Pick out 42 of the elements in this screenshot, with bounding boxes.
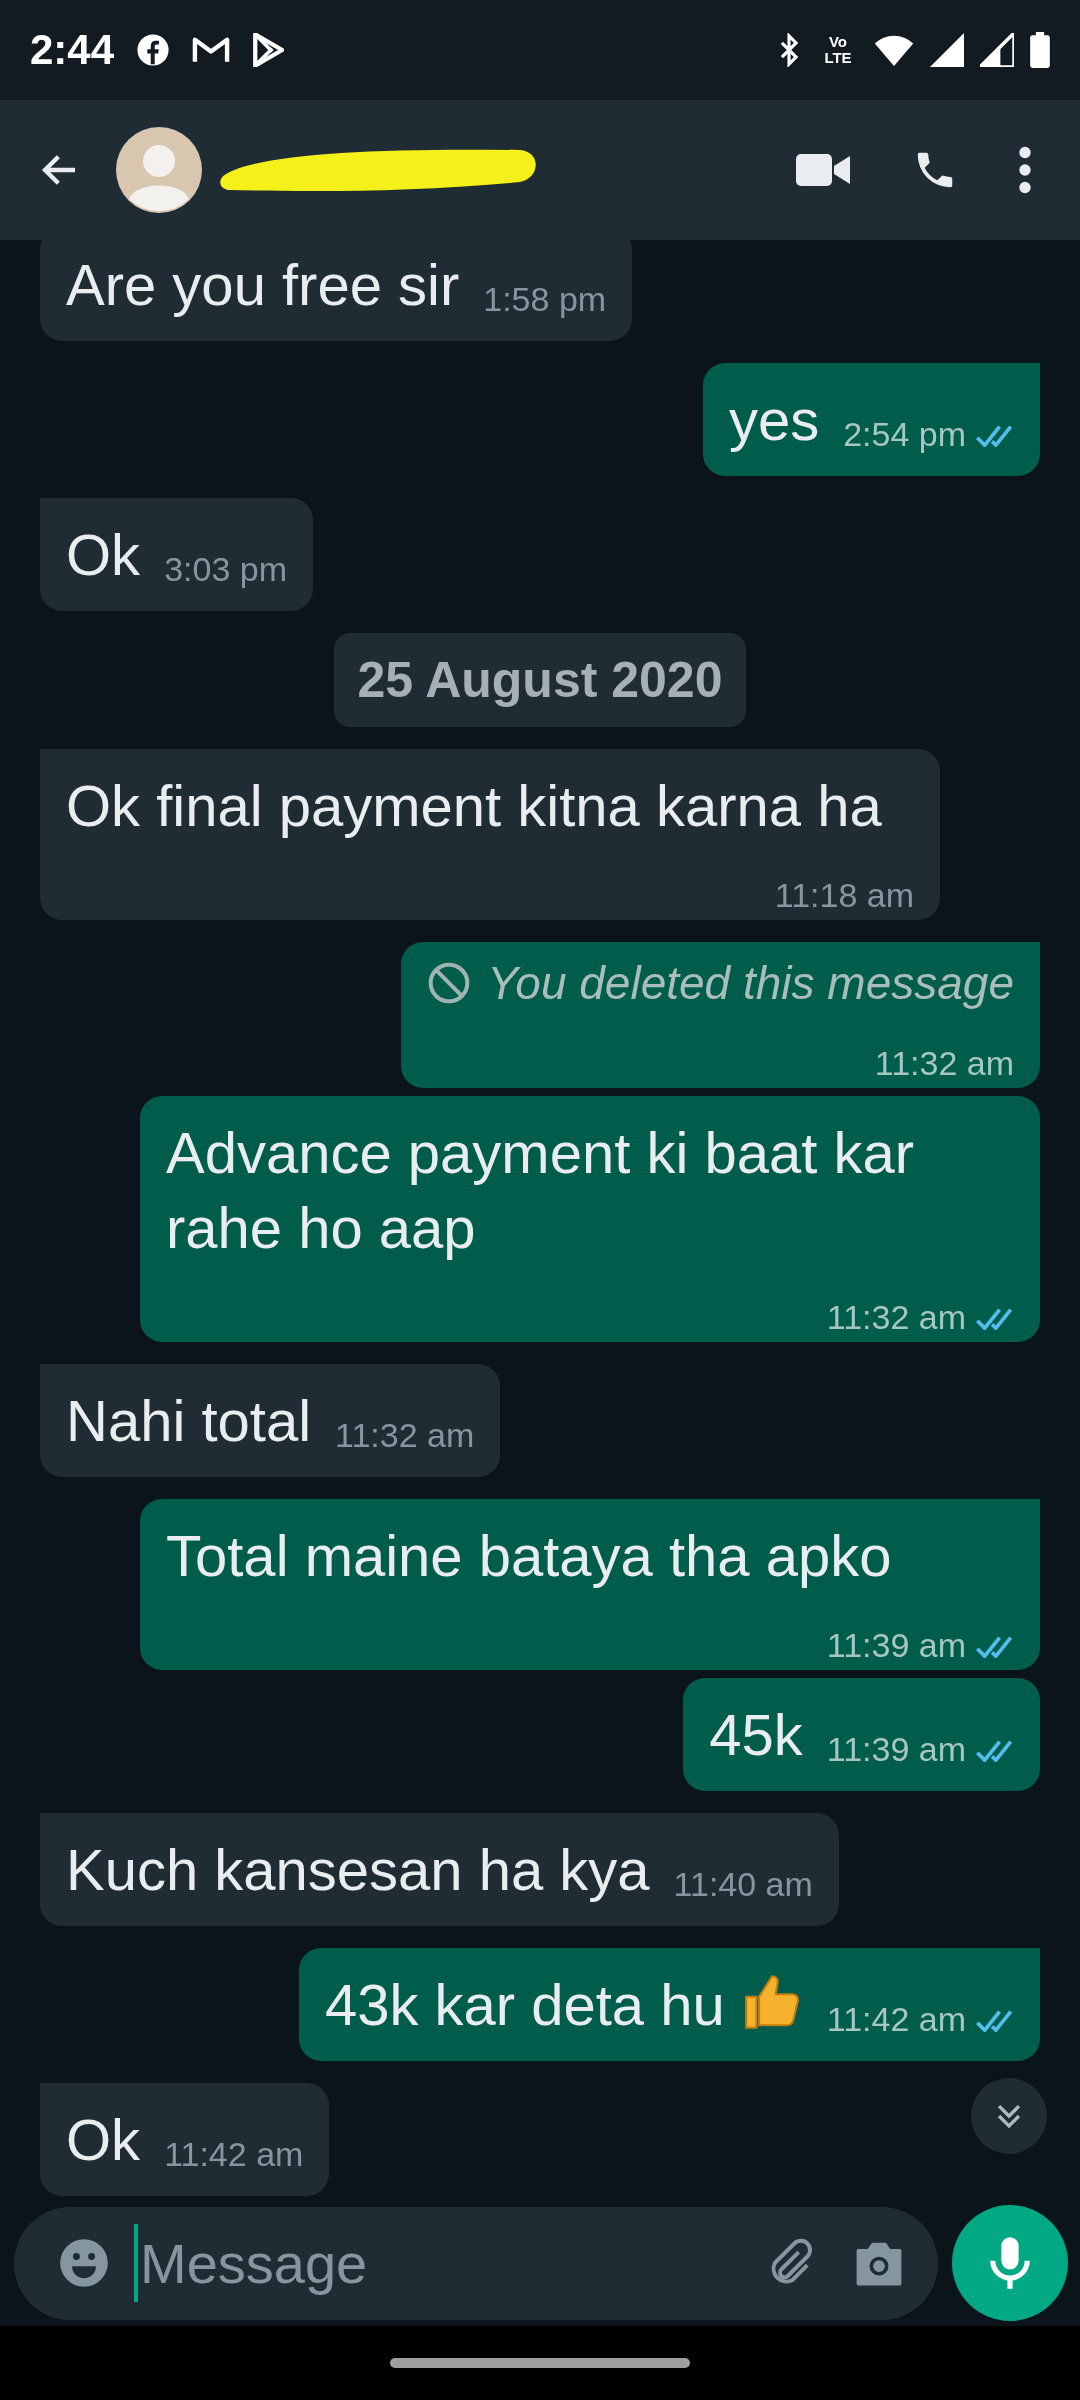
more-vertical-icon (1018, 146, 1032, 194)
camera-icon (854, 2240, 904, 2286)
mail-icon (192, 35, 231, 65)
message-text: Are you free sir (66, 251, 460, 319)
play-store-icon (252, 33, 285, 67)
message-text: Kuch kansesan ha kya (66, 1836, 650, 1904)
wifi-icon (874, 34, 914, 66)
message-time: 11:18 am (774, 875, 914, 915)
message-text: Advance payment ki baat kar rahe ho aap (166, 1119, 915, 1262)
message-text: 45k (709, 1701, 803, 1769)
facebook-icon (136, 33, 171, 67)
message-time: 11:42 am (164, 2134, 304, 2174)
message-time: 3:03 pm (164, 549, 287, 589)
message-time: 11:39 am (826, 1625, 966, 1665)
deleted-notice: You deleted this message (487, 956, 1014, 1011)
message-time: 11:42 am (826, 1999, 966, 2039)
signal-icon (930, 33, 964, 67)
signal-icon (980, 33, 1014, 67)
message-text: Ok (66, 521, 141, 589)
message-time: 11:32 am (874, 1043, 1014, 1083)
message-text: Ok final payment kitna karna ha (66, 772, 882, 840)
message-text: Total maine bataya tha apko (166, 1522, 892, 1590)
date-label: 25 August 2020 (333, 633, 747, 727)
blocked-icon (427, 961, 472, 1005)
message-field[interactable]: Message (14, 2206, 938, 2320)
smiley-icon (58, 2237, 110, 2289)
message-text: 43k kar deta hu (324, 1971, 725, 2039)
message-text: Nahi total (66, 1387, 312, 1455)
network-type-label: Vo LTE (823, 34, 853, 66)
message-text: Ok (66, 2106, 141, 2174)
message-input[interactable]: Message (134, 2224, 740, 2302)
message-time: 1:58 pm (483, 279, 607, 319)
message-time: 2:54 pm (843, 414, 966, 454)
battery-icon (1030, 32, 1050, 68)
message-time: 11:32 am (826, 1297, 966, 1337)
message-time: 11:40 am (673, 1864, 813, 1904)
microphone-icon (988, 2235, 1032, 2291)
message-text: yes (728, 386, 820, 454)
message-time: 11:39 am (826, 1729, 966, 1769)
message-time: 11:32 am (335, 1415, 475, 1455)
avatar[interactable] (116, 127, 202, 213)
clock-time: 2:44 (30, 26, 115, 74)
